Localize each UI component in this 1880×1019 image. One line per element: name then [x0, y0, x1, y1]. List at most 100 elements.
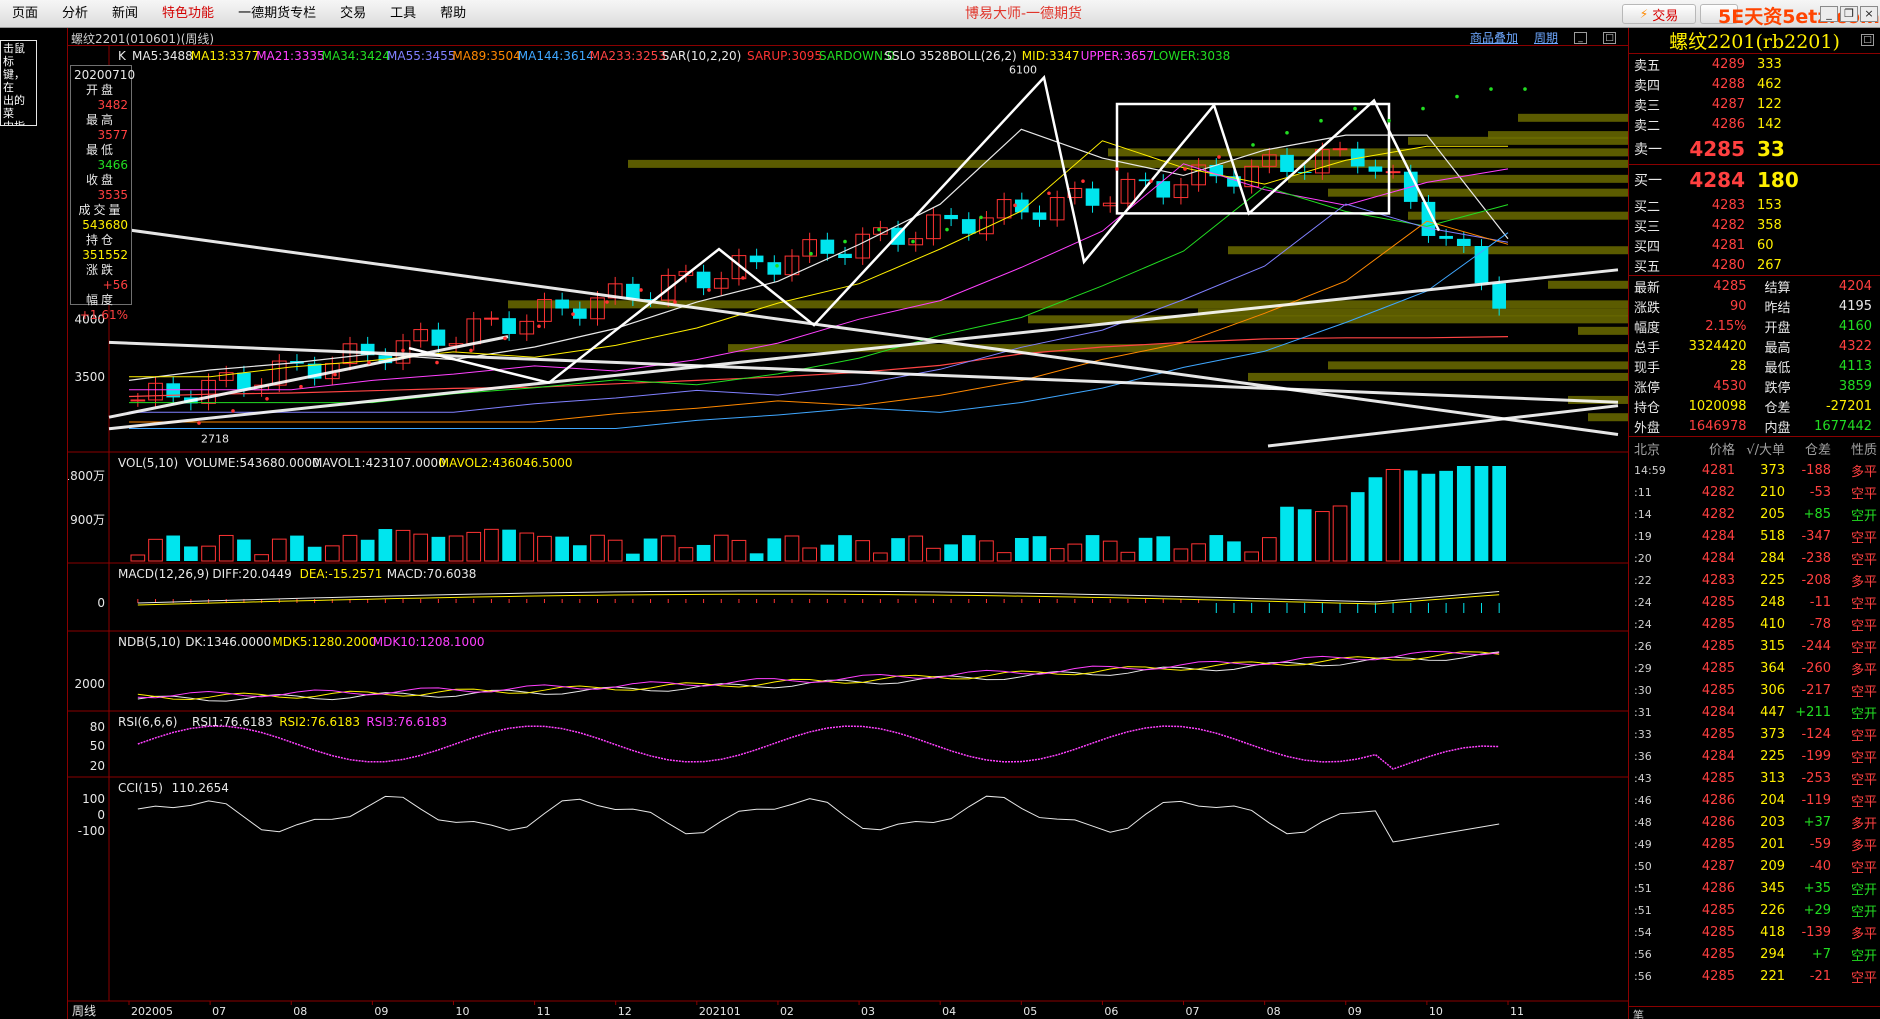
- tick-row[interactable]: :46 4286 204 -119 空平: [1629, 789, 1880, 811]
- restore-icon[interactable]: ❐: [1840, 6, 1858, 22]
- book-volume: 142: [1757, 116, 1782, 132]
- tick-row[interactable]: :51 4286 345 +35 空开: [1629, 877, 1880, 899]
- hint-line: 键，在: [3, 68, 25, 94]
- tick-oi-change: -139: [1801, 924, 1831, 940]
- tick-time: :36: [1634, 749, 1652, 763]
- tick-row[interactable]: :33 4285 373 -124 空平: [1629, 723, 1880, 745]
- tick-row[interactable]: :56 4285 221 -21 空平: [1629, 965, 1880, 987]
- macd-indicator-value: DEA:-15.2571: [300, 567, 383, 581]
- chart-area[interactable]: K MA5:3488MA13:3377MA21:3335MA34:3424MA55…: [68, 46, 1628, 1019]
- tick-oi-change: -217: [1801, 682, 1831, 698]
- book-row[interactable]: 买一 4284 180: [1629, 165, 1880, 195]
- time-tick-label: 202101: [699, 1005, 741, 1018]
- period-label: 周线: [72, 1004, 96, 1018]
- book-volume: 267: [1757, 257, 1782, 273]
- menu-item[interactable]: 帮助: [428, 0, 478, 28]
- sar-dot: [1047, 191, 1051, 196]
- stat-value: 4322: [1838, 338, 1873, 354]
- sar-dot: [231, 409, 235, 413]
- tick-volume: 225: [1760, 748, 1785, 764]
- sar-dot: [401, 348, 405, 353]
- tick-row[interactable]: :24 4285 410 -78 空平: [1629, 613, 1880, 635]
- tick-row[interactable]: :49 4285 201 -59 多平: [1629, 833, 1880, 855]
- minimize-icon[interactable]: _: [1574, 31, 1587, 44]
- ask-book: 卖五 4289 333 卖四 4288 462 卖三 4287 122 卖二 4286 142 卖一 42…: [1629, 54, 1880, 164]
- book-row[interactable]: 买四 4281 60: [1629, 235, 1880, 255]
- tick-row[interactable]: :24 4285 248 -11 空平: [1629, 591, 1880, 613]
- stat-label: 跌停: [1764, 380, 1791, 396]
- menu-item[interactable]: 分析: [50, 0, 100, 28]
- tick-list[interactable]: 14:59 4281 373 -188 多平:11 4282 210 -53 空平:14 4282…: [1629, 459, 1880, 987]
- tab-overlay[interactable]: 商品叠加: [1470, 29, 1518, 46]
- book-price: 4288: [1711, 76, 1745, 92]
- maximize-icon[interactable]: □: [1861, 34, 1874, 46]
- tick-row[interactable]: 14:59 4281 373 -188 多平: [1629, 459, 1880, 481]
- book-label: 买二: [1634, 199, 1661, 215]
- indicator-value: SARDOWN:0: [819, 49, 895, 63]
- tab-ticks[interactable]: 笔: [1629, 1006, 1880, 1019]
- tick-row[interactable]: :11 4282 210 -53 空平: [1629, 481, 1880, 503]
- time-tick-label: 07: [212, 1005, 226, 1018]
- indicator-value: UPPER:3657: [1081, 49, 1154, 63]
- tick-volume: 221: [1760, 968, 1785, 984]
- tick-row[interactable]: :43 4285 313 -253 空平: [1629, 767, 1880, 789]
- tick-row[interactable]: :19 4284 518 -347 空平: [1629, 525, 1880, 547]
- time-tick-label: 10: [1429, 1005, 1443, 1018]
- tick-volume: 205: [1760, 506, 1785, 522]
- tick-oi-change: -124: [1801, 726, 1831, 742]
- book-row[interactable]: 卖五 4289 333: [1629, 54, 1880, 74]
- tick-price: 4285: [1701, 594, 1735, 610]
- sar-dot: [911, 239, 915, 244]
- volume-bar: [1439, 470, 1453, 561]
- tick-price: 4285: [1701, 968, 1735, 984]
- tick-time: :31: [1634, 705, 1652, 719]
- tick-row[interactable]: :26 4285 315 -244 空平: [1629, 635, 1880, 657]
- trade-button[interactable]: ⚡ 交易: [1622, 4, 1696, 24]
- tick-row[interactable]: :50 4287 209 -40 空平: [1629, 855, 1880, 877]
- tick-row[interactable]: :56 4285 294 +7 空开: [1629, 943, 1880, 965]
- menu-item[interactable]: 新闻: [100, 0, 150, 28]
- tick-volume: 226: [1760, 902, 1785, 918]
- tick-row[interactable]: :54 4285 418 -139 多平: [1629, 921, 1880, 943]
- book-row[interactable]: 卖二 4286 142: [1629, 114, 1880, 134]
- book-row[interactable]: 买二 4283 153: [1629, 195, 1880, 215]
- candle-body: [767, 262, 782, 275]
- book-row[interactable]: 买三 4282 358: [1629, 215, 1880, 235]
- tick-row[interactable]: :29 4285 364 -260 多平: [1629, 657, 1880, 679]
- candle-body: [130, 399, 146, 402]
- book-row[interactable]: 卖一 4285 33: [1629, 134, 1880, 164]
- vol-indicator-value: MAVOL1:423107.0000: [312, 456, 446, 470]
- menu-item[interactable]: 工具: [378, 0, 428, 28]
- menu-item[interactable]: 特色功能: [150, 0, 226, 28]
- tick-price: 4284: [1701, 528, 1735, 544]
- tick-row[interactable]: :30 4285 306 -217 空平: [1629, 679, 1880, 701]
- menu-item[interactable]: 一德期货专栏: [226, 0, 328, 28]
- tick-row[interactable]: :36 4284 225 -199 空平: [1629, 745, 1880, 767]
- book-row[interactable]: 卖三 4287 122: [1629, 94, 1880, 114]
- tick-nature: 空平: [1850, 640, 1877, 656]
- ohlc-value: 3466: [97, 158, 128, 172]
- tick-row[interactable]: :48 4286 203 +37 多开: [1629, 811, 1880, 833]
- book-volume: 333: [1757, 56, 1782, 72]
- sar-dot: [639, 288, 643, 292]
- book-row[interactable]: 卖四 4288 462: [1629, 74, 1880, 94]
- close-icon[interactable]: ×: [1860, 6, 1878, 22]
- volume-bar: [696, 544, 711, 561]
- tick-time: :24: [1634, 617, 1652, 631]
- rsi-tick-label: 50: [90, 739, 105, 753]
- menu-item[interactable]: 交易: [328, 0, 378, 28]
- tick-oi-change: -53: [1809, 484, 1831, 500]
- tick-row[interactable]: :20 4284 284 -238 空平: [1629, 547, 1880, 569]
- tick-row[interactable]: :51 4285 226 +29 空开: [1629, 899, 1880, 921]
- tab-period[interactable]: 周期: [1534, 29, 1558, 46]
- minimize-icon[interactable]: _: [1820, 6, 1838, 22]
- maximize-icon[interactable]: □: [1603, 31, 1616, 44]
- menu-item[interactable]: 页面: [0, 0, 50, 28]
- tick-row[interactable]: :31 4284 447 +211 空开: [1629, 701, 1880, 723]
- book-row[interactable]: 买五 4280 267: [1629, 255, 1880, 275]
- tick-row[interactable]: :14 4282 205 +85 空开: [1629, 503, 1880, 525]
- contract-name: 螺纹2201(rb2201): [1669, 31, 1840, 53]
- stat-value: 4160: [1838, 318, 1873, 334]
- ohlc-value: 351552: [82, 248, 128, 262]
- tick-row[interactable]: :22 4283 225 -208 多平: [1629, 569, 1880, 591]
